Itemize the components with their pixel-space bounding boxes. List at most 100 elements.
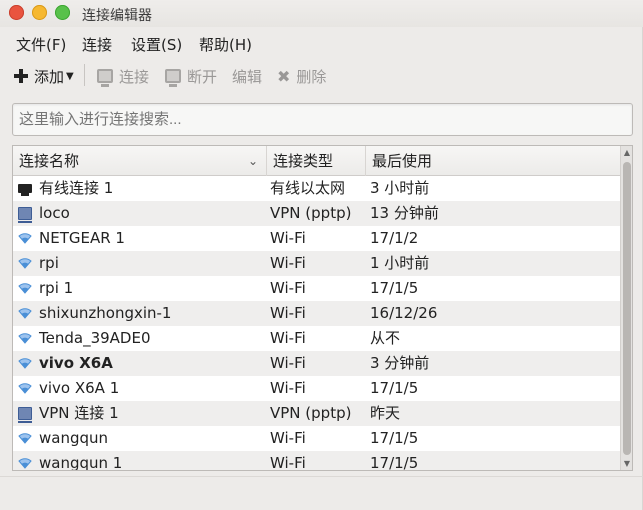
delete-button-label: 删除 <box>296 67 327 86</box>
edit-button-label: 编辑 <box>232 67 263 86</box>
network-icon <box>165 69 181 87</box>
table-row[interactable]: NETGEAR 1 Wi-Fi 17/1/2 <box>13 226 621 251</box>
connection-name: NETGEAR 1 <box>39 229 125 247</box>
table-row[interactable]: loco VPN (pptp) 13 分钟前 <box>13 201 621 226</box>
connection-type: Wi-Fi <box>270 354 306 372</box>
connection-name: rpi <box>39 254 59 272</box>
connection-name: vivo X6A <box>39 354 113 372</box>
connections-table: 连接名称 ⌄ 连接类型 最后使用 有线连接 1 有线以太网 3 小时前 loco VPN… <box>12 145 633 471</box>
toolbar-separator <box>84 64 85 86</box>
wifi-icon <box>18 257 32 270</box>
add-button[interactable]: 添加 ▼ <box>14 64 74 88</box>
wifi-icon <box>18 357 32 370</box>
last-used: 13 分钟前 <box>370 204 439 222</box>
table-row[interactable]: wangqun 1 Wi-Fi 17/1/5 <box>13 451 621 471</box>
vertical-scrollbar[interactable]: ▲ ▼ <box>620 146 632 470</box>
column-header-name[interactable]: 连接名称 ⌄ <box>13 146 267 176</box>
close-icon[interactable] <box>9 5 24 20</box>
last-used: 17/1/5 <box>370 279 419 297</box>
close-icon: ✖ <box>277 66 291 86</box>
edit-button[interactable]: 编辑 <box>232 64 262 88</box>
connection-name: shixunzhongxin-1 <box>39 304 172 322</box>
menu-settings[interactable]: 设置(S) <box>131 34 182 55</box>
last-used: 17/1/5 <box>370 454 419 471</box>
last-used: 1 小时前 <box>370 254 430 272</box>
connection-type: Wi-Fi <box>270 229 306 247</box>
vpn-icon <box>18 207 32 223</box>
connection-name: wangqun <box>39 429 109 447</box>
connection-name: vivo X6A 1 <box>39 379 120 397</box>
menu-bar: 文件(F) 连接 设置(S) 帮助(H) <box>0 30 643 56</box>
window-footer <box>0 476 643 510</box>
connection-name: Tenda_39ADE0 <box>39 329 151 347</box>
last-used: 3 小时前 <box>370 179 430 197</box>
maximize-icon[interactable] <box>55 5 70 20</box>
table-row[interactable]: rpi 1 Wi-Fi 17/1/5 <box>13 276 621 301</box>
scroll-thumb[interactable] <box>623 162 631 455</box>
connection-type: 有线以太网 <box>270 179 346 197</box>
connection-name: wangqun 1 <box>39 454 123 471</box>
table-row[interactable]: vivo X6A 1 Wi-Fi 17/1/5 <box>13 376 621 401</box>
menu-connection[interactable]: 连接 <box>82 34 112 55</box>
table-row[interactable]: wangqun Wi-Fi 17/1/5 <box>13 426 621 451</box>
toolbar: 添加 ▼ 连接 断开 编辑 ✖ 删除 <box>0 60 643 92</box>
last-used: 3 分钟前 <box>370 354 430 372</box>
search-input[interactable] <box>12 103 633 136</box>
table-row[interactable]: Tenda_39ADE0 Wi-Fi 从不 <box>13 326 621 351</box>
minimize-icon[interactable] <box>32 5 47 20</box>
last-used: 从不 <box>370 329 401 347</box>
vpn-icon <box>18 407 32 423</box>
column-header-last-used[interactable]: 最后使用 <box>366 146 621 176</box>
scroll-up-icon[interactable]: ▲ <box>622 148 632 157</box>
wifi-icon <box>18 332 32 345</box>
delete-button[interactable]: ✖ 删除 <box>277 64 326 88</box>
network-icon <box>97 69 113 87</box>
connection-type: Wi-Fi <box>270 329 306 347</box>
add-button-label: 添加 <box>34 67 65 86</box>
connection-name: 有线连接 1 <box>39 179 114 197</box>
last-used: 17/1/5 <box>370 379 419 397</box>
disconnect-button-label: 断开 <box>187 67 218 86</box>
connection-type: Wi-Fi <box>270 254 306 272</box>
connection-name: rpi 1 <box>39 279 74 297</box>
connection-name: VPN 连接 1 <box>39 404 119 422</box>
last-used: 17/1/2 <box>370 229 419 247</box>
scroll-down-icon[interactable]: ▼ <box>622 459 632 468</box>
table-row[interactable]: VPN 连接 1 VPN (pptp) 昨天 <box>13 401 621 426</box>
last-used: 16/12/26 <box>370 304 438 322</box>
disconnect-button[interactable]: 断开 <box>165 64 217 88</box>
connection-type: Wi-Fi <box>270 304 306 322</box>
column-header-type[interactable]: 连接类型 <box>267 146 366 176</box>
connect-button-label: 连接 <box>119 67 150 86</box>
table-body: 有线连接 1 有线以太网 3 小时前 loco VPN (pptp) 13 分钟前 NETG… <box>13 176 621 471</box>
table-row[interactable]: vivo X6A Wi-Fi 3 分钟前 <box>13 351 621 376</box>
connection-type: Wi-Fi <box>270 429 306 447</box>
menu-file[interactable]: 文件(F) <box>16 34 66 55</box>
chevron-down-icon: ⌄ <box>247 154 258 168</box>
chevron-down-icon: ▼ <box>66 70 74 82</box>
wifi-icon <box>18 382 32 395</box>
connection-type: Wi-Fi <box>270 379 306 397</box>
wifi-icon <box>18 282 32 295</box>
connection-editor-window: 连接编辑器 文件(F) 连接 设置(S) 帮助(H) 添加 ▼ 连接 断开 编辑… <box>0 0 643 510</box>
table-row[interactable]: shixunzhongxin-1 Wi-Fi 16/12/26 <box>13 301 621 326</box>
connection-type: VPN (pptp) <box>270 204 352 222</box>
title-bar[interactable]: 连接编辑器 <box>0 0 643 27</box>
column-header-label: 连接名称 <box>19 152 80 170</box>
wifi-icon <box>18 307 32 320</box>
connect-button[interactable]: 连接 <box>97 64 149 88</box>
wired-icon <box>18 184 32 196</box>
wifi-icon <box>18 457 32 470</box>
plus-icon <box>14 69 28 83</box>
last-used: 昨天 <box>370 404 401 422</box>
table-row[interactable]: rpi Wi-Fi 1 小时前 <box>13 251 621 276</box>
window-title: 连接编辑器 <box>82 8 152 24</box>
connection-name: loco <box>39 204 70 222</box>
wifi-icon <box>18 232 32 245</box>
table-row[interactable]: 有线连接 1 有线以太网 3 小时前 <box>13 176 621 201</box>
wifi-icon <box>18 432 32 445</box>
table-header: 连接名称 ⌄ 连接类型 最后使用 <box>13 146 621 176</box>
menu-help[interactable]: 帮助(H) <box>199 34 252 55</box>
column-header-label: 连接类型 <box>273 152 334 170</box>
connection-type: Wi-Fi <box>270 454 306 471</box>
